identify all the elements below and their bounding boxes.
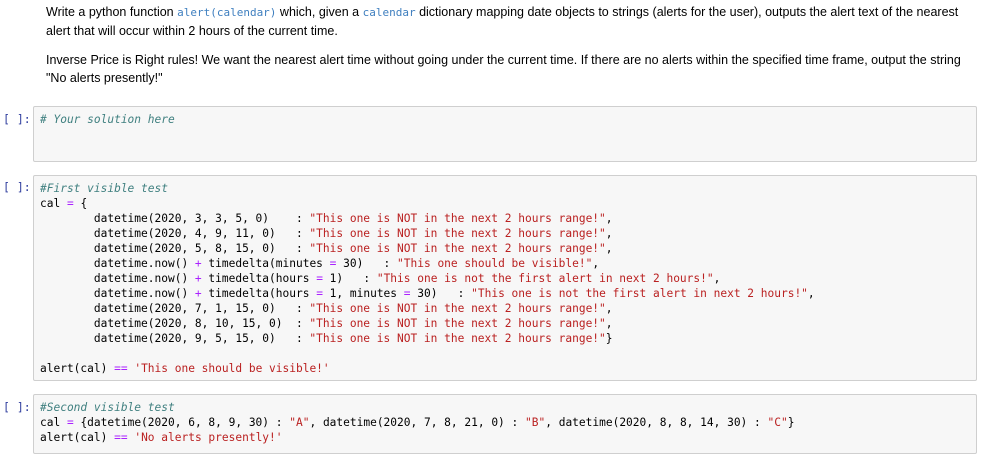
code-token: datetime.now() <box>40 272 195 285</box>
code-token: alert(cal) <box>40 362 115 375</box>
code-token: = <box>316 287 323 300</box>
code-token: "This one should be visible!" <box>397 257 593 270</box>
code-token: = <box>66 416 74 429</box>
code-token: cal <box>40 416 67 429</box>
code-token: "This one is not the first alert in next… <box>471 287 808 300</box>
code-token: datetime(2020, 8, 10, 15, 0) : <box>40 317 310 330</box>
code-token: 'No alerts presently!' <box>134 431 283 444</box>
code-token: } <box>605 332 613 345</box>
code-token: "B" <box>525 416 546 429</box>
code-token: = <box>403 287 411 300</box>
code-token: 30) : <box>410 287 472 300</box>
code-token: datetime(2020, 4, 9, 11, 0) : <box>40 227 310 240</box>
code-token: cal <box>40 197 67 210</box>
code-token: 'This one should be visible!' <box>134 362 330 375</box>
code-token: = <box>316 272 323 285</box>
code-cell-solution[interactable]: # Your solution here <box>33 106 977 162</box>
instruction-text: which, given a <box>276 5 363 19</box>
cell-prompt: [ ]: <box>3 400 31 414</box>
code-token: } <box>787 416 795 429</box>
markdown-paragraph-2: Inverse Price is Right rules! We want th… <box>46 53 961 85</box>
code-token: , <box>605 212 613 225</box>
code-token: datetime(2020, 3, 3, 5, 0) : <box>40 212 310 225</box>
inline-code-calendar: calendar <box>362 6 416 19</box>
code-token: "This one is NOT in the next 2 hours ran… <box>309 212 606 225</box>
code-token: 30) : <box>336 257 398 270</box>
code-token: , datetime(2020, 8, 8, 14, 30) : <box>545 416 768 429</box>
code-token: , <box>605 227 613 240</box>
code-token: , <box>807 287 815 300</box>
code-token: , <box>605 302 613 315</box>
code-editor[interactable]: # Your solution here <box>40 112 175 127</box>
code-token: == <box>114 431 128 444</box>
code-cell-first-test[interactable]: #First visible test cal = { datetime(202… <box>33 175 977 381</box>
instruction-text: Write a python function <box>46 5 178 19</box>
code-token: 1) : <box>322 272 377 285</box>
code-token: + <box>194 272 202 285</box>
code-token: , <box>605 317 613 330</box>
code-token: , datetime(2020, 7, 8, 21, 0) : <box>309 416 526 429</box>
code-token: "C" <box>767 416 788 429</box>
inline-code-function: alert(calendar) <box>177 6 277 19</box>
code-token: "This one is NOT in the next 2 hours ran… <box>309 302 606 315</box>
code-token: #Second visible test <box>40 401 175 414</box>
cell-prompt: [ ]: <box>3 112 31 126</box>
cell-prompt: [ ]: <box>3 180 31 194</box>
code-token: "This one is NOT in the next 2 hours ran… <box>309 332 606 345</box>
code-token: datetime(2020, 7, 1, 15, 0) : <box>40 302 310 315</box>
code-token: , <box>605 242 613 255</box>
code-token: 1, minutes <box>322 287 404 300</box>
code-token: { <box>73 197 88 210</box>
code-editor[interactable]: #First visible test cal = { datetime(202… <box>40 181 815 376</box>
code-token: "A" <box>289 416 310 429</box>
code-token: "This one is NOT in the next 2 hours ran… <box>309 242 606 255</box>
markdown-paragraph-1: Write a python function alert(calendar) … <box>46 3 974 40</box>
code-cell-second-test[interactable]: #Second visible test cal = {datetime(202… <box>33 394 977 454</box>
code-token: = <box>66 197 74 210</box>
code-token: datetime.now() <box>40 257 195 270</box>
code-token: "This one is NOT in the next 2 hours ran… <box>309 227 606 240</box>
code-token: timedelta(hours <box>201 272 317 285</box>
code-editor[interactable]: #Second visible test cal = {datetime(202… <box>40 400 794 445</box>
code-token: timedelta(hours <box>201 287 317 300</box>
code-token: "This one is not the first alert in next… <box>376 272 714 285</box>
code-token: #First visible test <box>40 182 168 195</box>
code-token: alert(cal) <box>40 431 115 444</box>
code-token: , <box>592 257 600 270</box>
code-token: datetime(2020, 5, 8, 15, 0) : <box>40 242 310 255</box>
code-token: , <box>713 272 721 285</box>
code-token: "This one is NOT in the next 2 hours ran… <box>309 317 606 330</box>
code-token: + <box>194 257 202 270</box>
code-token: datetime(2020, 9, 5, 15, 0) : <box>40 332 310 345</box>
code-token: == <box>114 362 128 375</box>
code-token: timedelta(minutes <box>201 257 330 270</box>
code-token: + <box>194 287 202 300</box>
code-token: {datetime(2020, 6, 8, 9, 30) : <box>73 416 290 429</box>
code-token: # Your solution here <box>40 113 175 126</box>
code-token: datetime.now() <box>40 287 195 300</box>
